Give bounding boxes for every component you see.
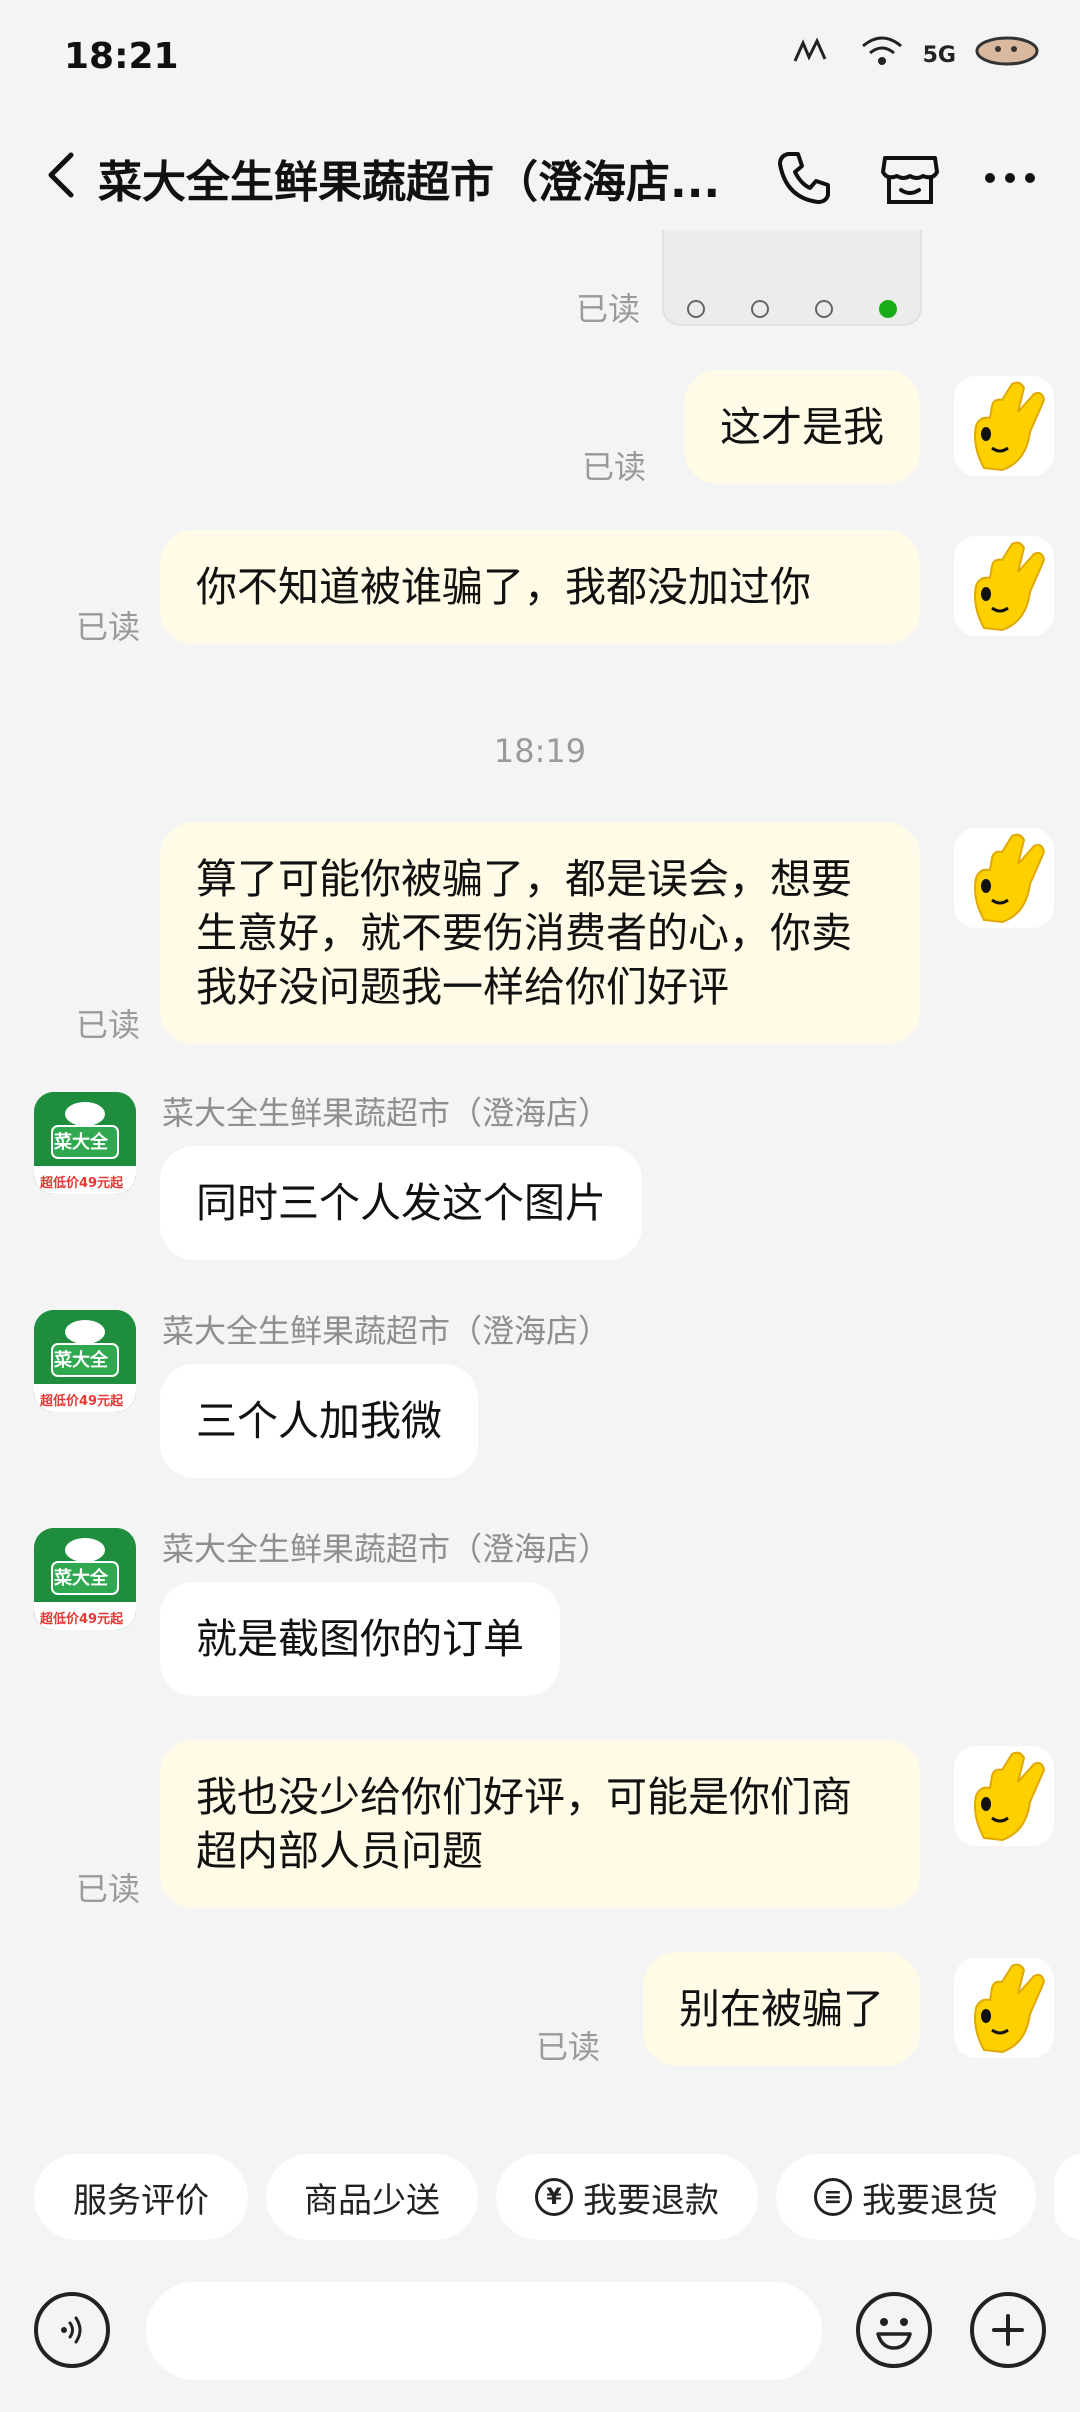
shop-avatar[interactable]: 菜大全 超低价49元起 [34, 1310, 136, 1412]
emoji-button[interactable] [856, 2292, 932, 2368]
back-arrow-icon [48, 152, 74, 198]
thumb-icon [879, 300, 897, 318]
thumb-icon [815, 300, 833, 318]
store-icon [881, 156, 939, 204]
quick-reply-label: 服务评价 [73, 2180, 209, 2221]
quick-reply-more[interactable] [1054, 2154, 1080, 2240]
emoji-icon [876, 2318, 912, 2350]
wifi-icon [859, 34, 905, 77]
shop-message-bubble[interactable]: 三个人加我微 [160, 1364, 478, 1478]
plus-icon [992, 2314, 1024, 2346]
shop-avatar-promo: 超低价49元起 [40, 1394, 124, 1409]
more-actions-button[interactable] [970, 2292, 1046, 2368]
more-dots-icon [985, 173, 1035, 183]
my-message-bubble[interactable]: 这才是我 [684, 370, 920, 484]
shop-message-bubble[interactable]: 同时三个人发这个图片 [160, 1146, 642, 1260]
my-avatar[interactable] [954, 1958, 1054, 2058]
thumb-icon [751, 300, 769, 318]
shop-message-bubble[interactable]: 就是截图你的订单 [160, 1582, 560, 1696]
shop-avatar[interactable]: 菜大全 超低价49元起 [34, 1092, 136, 1194]
network-type: 5G [922, 43, 956, 68]
call-button[interactable] [766, 140, 842, 216]
chat-header: 菜大全生鲜果蔬超市（澄海店... [0, 120, 1080, 230]
my-message-bubble[interactable]: 我也没少给你们好评，可能是你们商超内部人员问题 [160, 1740, 920, 1908]
back-button[interactable] [26, 140, 96, 210]
quick-reply-missing-items[interactable]: 商品少送 [266, 2154, 478, 2240]
my-message-bubble[interactable]: 算了可能你被骗了，都是误会，想要生意好，就不要伤消费者的心，你卖我好没问题我一样… [160, 822, 920, 1044]
yellow-hand-avatar-icon [974, 1751, 1046, 1842]
read-receipt: 已读 [76, 1870, 141, 1908]
quick-reply-refund[interactable]: ¥ 我要退款 [496, 2154, 758, 2240]
phone-icon [778, 152, 830, 204]
status-icons: 5G [791, 34, 1040, 77]
my-avatar[interactable] [954, 828, 1054, 928]
sender-name: 菜大全生鲜果蔬超市（澄海店） [162, 1094, 611, 1132]
read-receipt: 已读 [76, 1006, 141, 1044]
quick-reply-bar[interactable]: 服务评价 商品少送 ¥ 我要退款 ≡ 我要退货 [0, 2154, 1080, 2244]
read-receipt: 已读 [76, 608, 141, 646]
shop-avatar-promo: 超低价49元起 [40, 1612, 124, 1627]
battery-icon [974, 34, 1040, 77]
store-button[interactable] [872, 140, 948, 216]
my-message-bubble[interactable]: 别在被骗了 [643, 1952, 920, 2066]
chat-title: 菜大全生鲜果蔬超市（澄海店... [98, 157, 721, 208]
quick-reply-label: 商品少送 [304, 2180, 440, 2221]
input-bar [0, 2272, 1080, 2412]
sender-name: 菜大全生鲜果蔬超市（澄海店） [162, 1312, 611, 1350]
yellow-hand-avatar-icon [974, 541, 1046, 632]
sender-name: 菜大全生鲜果蔬超市（澄海店） [162, 1530, 611, 1568]
status-bar: 18:21 5G [0, 0, 1080, 120]
quick-reply-label: 我要退货 [862, 2180, 998, 2221]
my-message-bubble[interactable]: 你不知道被谁骗了，我都没加过你 [160, 530, 920, 644]
status-time: 18:21 [64, 36, 179, 77]
yellow-hand-avatar-icon [974, 833, 1046, 924]
my-avatar[interactable] [954, 536, 1054, 636]
voice-icon [61, 2316, 82, 2344]
signal-icon [791, 35, 841, 76]
return-goods-icon: ≡ [814, 2178, 852, 2216]
quick-reply-return[interactable]: ≡ 我要退货 [776, 2154, 1036, 2240]
yen-icon: ¥ [535, 2178, 573, 2216]
image-thumbnail-nav [664, 300, 920, 318]
my-avatar[interactable] [954, 376, 1054, 476]
image-message[interactable] [662, 230, 922, 326]
shop-avatar-name: 菜大全 [54, 1350, 108, 1371]
timestamp: 18:19 [493, 732, 587, 770]
thumb-icon [687, 300, 705, 318]
read-receipt: 已读 [582, 448, 647, 486]
my-avatar[interactable] [954, 1746, 1054, 1846]
yellow-hand-avatar-icon [974, 381, 1046, 472]
message-list[interactable]: 已读 已读 这才是我 已读 你不知道被谁骗了，我都没加过你 18:19 已读 算… [0, 230, 1080, 2130]
quick-reply-label: 我要退款 [583, 2180, 719, 2221]
read-receipt: 已读 [536, 2028, 601, 2066]
voice-button[interactable] [34, 2292, 110, 2368]
shop-avatar-name: 菜大全 [54, 1568, 108, 1589]
quick-reply-service-rating[interactable]: 服务评价 [34, 2154, 248, 2240]
shop-avatar-promo: 超低价49元起 [40, 1176, 124, 1191]
shop-avatar[interactable]: 菜大全 超低价49元起 [34, 1528, 136, 1630]
message-input[interactable] [146, 2282, 822, 2380]
shop-avatar-name: 菜大全 [54, 1132, 108, 1153]
more-button[interactable] [972, 140, 1048, 216]
read-receipt: 已读 [576, 290, 641, 328]
yellow-hand-avatar-icon [974, 1963, 1046, 2054]
